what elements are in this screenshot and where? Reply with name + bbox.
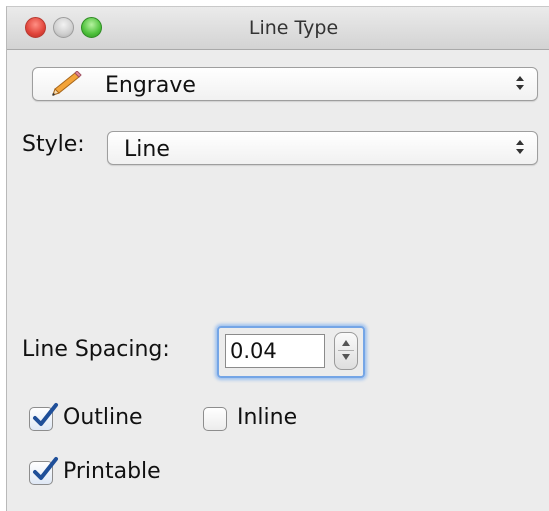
line-spacing-stepper[interactable] bbox=[334, 332, 358, 370]
outline-checkbox[interactable] bbox=[29, 403, 58, 431]
checkmark-icon bbox=[33, 457, 58, 480]
title-bar[interactable]: Line Type bbox=[7, 7, 549, 50]
stepper-up-icon[interactable] bbox=[342, 340, 350, 346]
pencil-icon bbox=[52, 71, 82, 96]
popup-arrows-icon bbox=[515, 138, 525, 158]
style-label: Style: bbox=[22, 132, 85, 157]
tool-popup[interactable]: Engrave bbox=[32, 67, 538, 101]
line-spacing-input[interactable] bbox=[225, 334, 325, 368]
line-type-window: Line Type Engrave Style: Line Line Spaci… bbox=[6, 6, 549, 511]
popup-arrows-icon bbox=[515, 74, 525, 94]
tool-popup-value: Engrave bbox=[105, 73, 196, 98]
printable-label[interactable]: Printable bbox=[63, 459, 161, 484]
style-popup-value: Line bbox=[124, 137, 170, 162]
style-popup[interactable]: Line bbox=[107, 131, 538, 165]
checkmark-icon bbox=[33, 403, 58, 426]
line-spacing-focus-ring bbox=[217, 326, 365, 378]
window-title: Line Type bbox=[248, 17, 339, 39]
outline-label[interactable]: Outline bbox=[63, 405, 143, 430]
line-spacing-label: Line Spacing: bbox=[22, 337, 170, 362]
stepper-down-icon[interactable] bbox=[342, 354, 350, 360]
inline-label[interactable]: Inline bbox=[237, 405, 297, 430]
inline-checkbox[interactable] bbox=[203, 407, 227, 431]
printable-checkbox[interactable] bbox=[29, 457, 58, 485]
